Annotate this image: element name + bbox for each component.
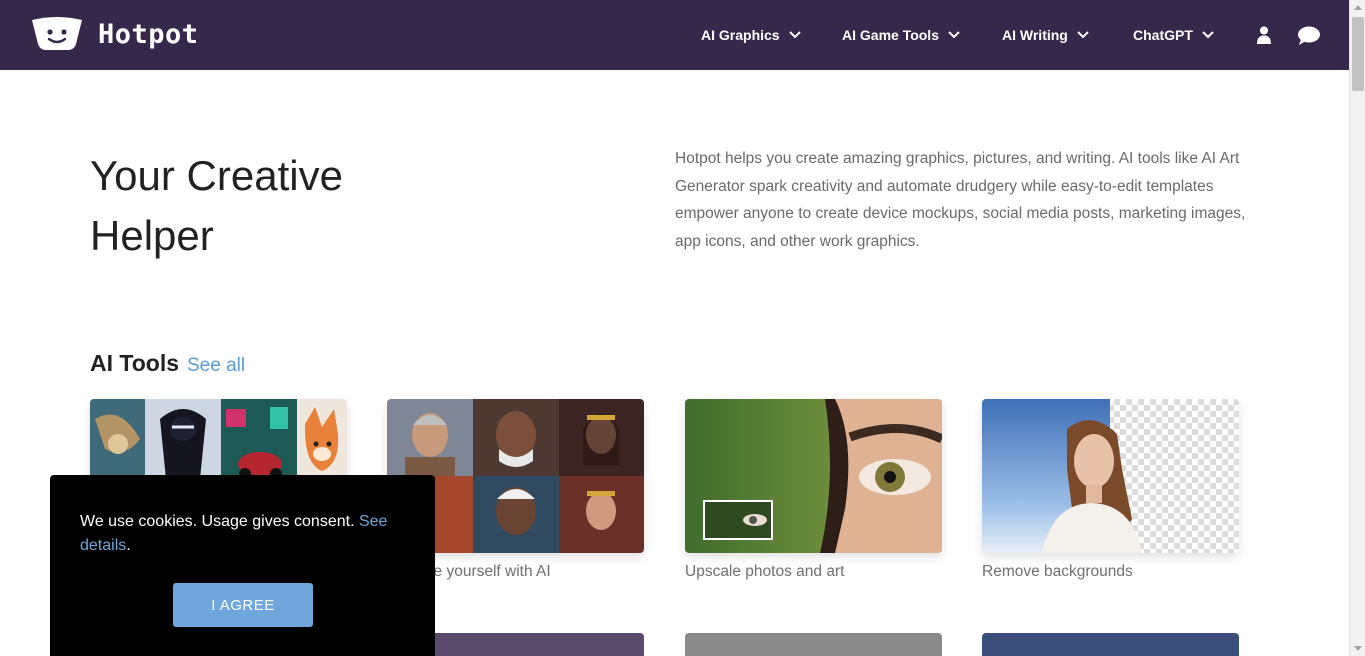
scroll-up-arrow-icon[interactable] bbox=[1354, 5, 1362, 10]
nav-ai-writing-label: AI Writing bbox=[1002, 27, 1068, 43]
nav-ai-game-tools-label: AI Game Tools bbox=[842, 27, 939, 43]
logo-text: Hotpot bbox=[98, 18, 199, 50]
tool-card-caption: Remove backgrounds bbox=[982, 563, 1133, 580]
hero-description: Hotpot helps you create amazing graphics… bbox=[675, 150, 1246, 250]
see-all-link[interactable]: See all bbox=[187, 355, 245, 377]
tool-card-caption: Upscale photos and art bbox=[685, 563, 845, 580]
scroll-down-arrow-icon[interactable] bbox=[1354, 646, 1362, 651]
top-navigation-bar: Hotpot AI Graphics AI Game Tools AI Writ… bbox=[0, 0, 1349, 70]
tool-card-remove-backgrounds[interactable]: Remove backgrounds bbox=[982, 399, 1239, 581]
nav-ai-writing[interactable]: AI Writing bbox=[1002, 0, 1089, 70]
user-icon[interactable] bbox=[1255, 26, 1273, 44]
nav-ai-graphics[interactable]: AI Graphics bbox=[701, 0, 801, 70]
ai-tools-title: AI Tools bbox=[90, 350, 180, 376]
chevron-down-icon bbox=[1202, 31, 1214, 39]
hero-title: Your Creative Helper bbox=[90, 152, 343, 259]
nav-chatgpt[interactable]: ChatGPT bbox=[1133, 0, 1214, 70]
agree-button[interactable]: I AGREE bbox=[173, 583, 313, 627]
chat-icon[interactable] bbox=[1297, 26, 1321, 46]
chevron-down-icon bbox=[788, 31, 801, 39]
chevron-down-icon bbox=[1077, 31, 1089, 39]
nav-ai-game-tools[interactable]: AI Game Tools bbox=[842, 0, 960, 70]
tool-card-row2-2[interactable] bbox=[685, 633, 942, 656]
hotpot-logo-icon bbox=[32, 17, 82, 50]
cookie-message: We use cookies. Usage gives consent. bbox=[80, 513, 355, 530]
cookie-banner: We use cookies. Usage gives consent. See… bbox=[50, 475, 435, 656]
logo[interactable]: Hotpot bbox=[30, 16, 199, 52]
tool-card-row2-3[interactable] bbox=[982, 633, 1239, 656]
scrollbar-thumb[interactable] bbox=[1352, 17, 1364, 91]
cookie-text: We use cookies. Usage gives consent. See… bbox=[80, 510, 400, 558]
chevron-down-icon bbox=[948, 31, 960, 39]
nav-ai-graphics-label: AI Graphics bbox=[701, 27, 780, 43]
tool-card-upscale[interactable]: Upscale photos and art bbox=[685, 399, 942, 581]
tool-card-image bbox=[982, 399, 1239, 553]
page-scrollbar[interactable] bbox=[1349, 0, 1365, 656]
tool-card-image bbox=[685, 399, 942, 553]
nav-chatgpt-label: ChatGPT bbox=[1133, 27, 1193, 43]
cookie-period: . bbox=[126, 537, 131, 554]
